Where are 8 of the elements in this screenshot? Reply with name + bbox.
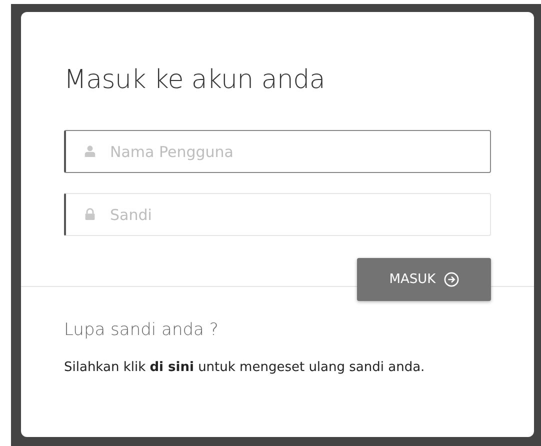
forgot-text: Silahkan klik di sini untuk mengeset ulang sandi anda. (64, 359, 426, 377)
login-title: Masuk ke akun anda (64, 64, 326, 97)
lock-icon (84, 208, 96, 220)
input-field[interactable]: Nama Pengguna (64, 130, 491, 173)
forgot-heading: Lupa sandi anda ? (64, 319, 220, 342)
arrow-circle-icon (444, 272, 459, 287)
user-icon (84, 145, 96, 157)
login-button[interactable]: MASUK (357, 258, 491, 301)
